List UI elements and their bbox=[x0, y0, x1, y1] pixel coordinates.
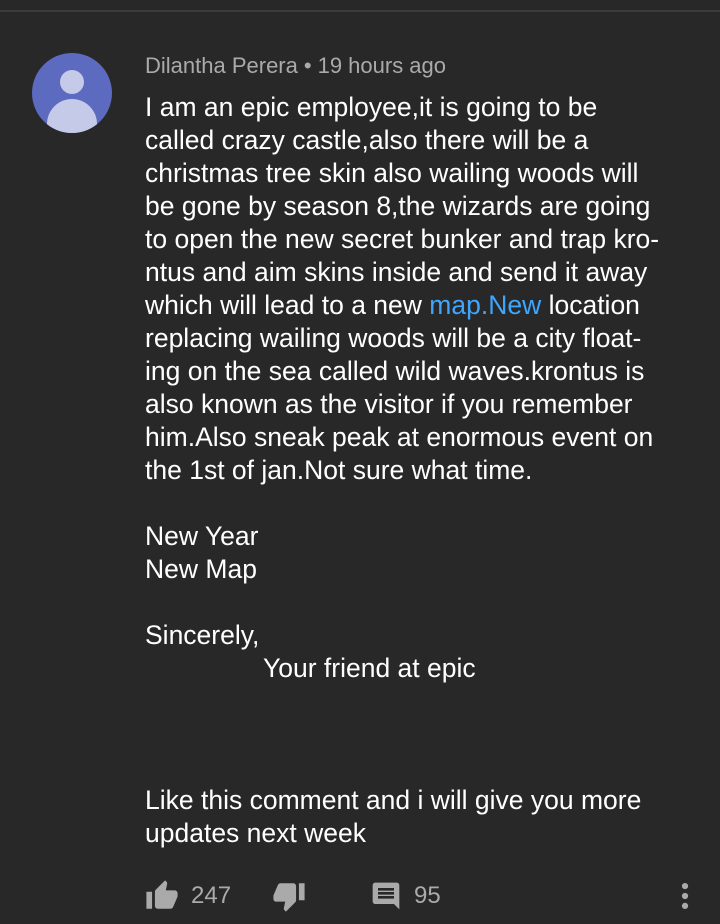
like-count: 247 bbox=[191, 882, 232, 909]
reply-button[interactable]: 95 bbox=[370, 876, 441, 916]
comment-line: the 1st of jan.Not sure what time. bbox=[145, 455, 533, 485]
author-name[interactable]: Dilantha Perera bbox=[145, 53, 298, 78]
more-vertical-icon[interactable] bbox=[675, 879, 695, 913]
comment-line: Like this comment and i will give you mo… bbox=[145, 785, 642, 815]
comment-meta: Dilantha Perera • 19 hours ago bbox=[145, 53, 446, 79]
thumbs-up-icon[interactable] bbox=[145, 879, 179, 913]
top-divider bbox=[0, 10, 720, 12]
comment-line: Your friend at epic bbox=[263, 653, 476, 683]
comment-line: ntus and aim skins inside and send it aw… bbox=[145, 257, 648, 287]
meta-separator: • bbox=[303, 53, 312, 78]
comment-line: which will lead to a new map.New locatio… bbox=[145, 289, 705, 322]
comment-line-after-link: location bbox=[541, 290, 640, 320]
comment-line: updates next week bbox=[145, 818, 366, 848]
comment-icon[interactable] bbox=[370, 880, 402, 912]
comment-line: called crazy castle,also there will be a bbox=[145, 125, 589, 155]
comment-line: New Map bbox=[145, 554, 257, 584]
like-button[interactable]: 247 bbox=[145, 876, 231, 916]
comment-text: I am an epic employee,it is going to be … bbox=[145, 91, 705, 850]
dislike-button[interactable] bbox=[272, 876, 306, 916]
reply-count: 95 bbox=[414, 882, 441, 909]
comment-line: be gone by season 8,the wizards are goin… bbox=[145, 191, 651, 221]
comment-line: christmas tree skin also wailing woods w… bbox=[145, 158, 639, 188]
avatar[interactable] bbox=[32, 53, 112, 133]
comment-line: New Year bbox=[145, 521, 259, 551]
comment-line: Sincerely, bbox=[145, 620, 260, 650]
comment-line: I am an epic employee,it is going to be bbox=[145, 92, 598, 122]
comment-link[interactable]: map.New bbox=[429, 290, 541, 320]
more-options-button[interactable] bbox=[675, 876, 695, 916]
avatar-head bbox=[60, 70, 84, 94]
comment-line: replacing wailing woods will be a city f… bbox=[145, 323, 642, 353]
comment-line-before-link: which will lead to a new bbox=[145, 290, 430, 320]
thumbs-down-icon[interactable] bbox=[272, 879, 306, 913]
avatar-body bbox=[47, 99, 97, 133]
comment-line: also known as the visitor if you remembe… bbox=[145, 389, 633, 419]
comment-timestamp[interactable]: 19 hours ago bbox=[318, 53, 446, 78]
comment-line: to open the new secret bunker and trap k… bbox=[145, 224, 660, 254]
comment-line: ing on the sea called wild waves.krontus… bbox=[145, 356, 645, 386]
comment-line: him.Also sneak peak at enormous event on bbox=[145, 422, 654, 452]
comment-actions: 247 95 bbox=[145, 876, 705, 916]
